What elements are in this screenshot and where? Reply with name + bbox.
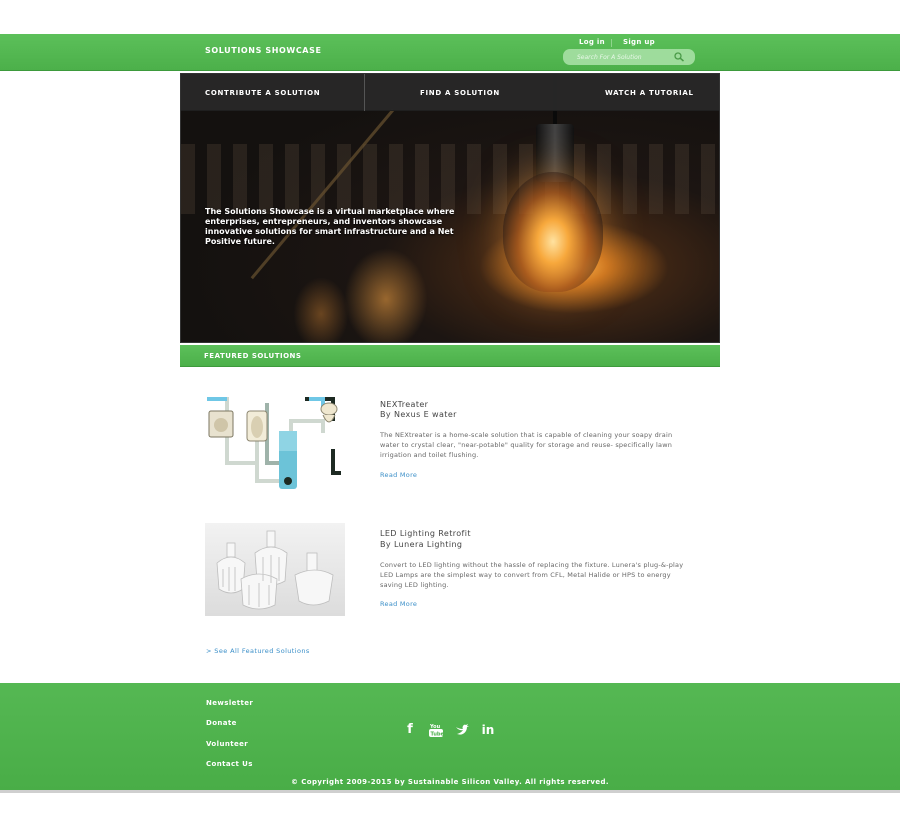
nav-divider xyxy=(364,74,365,111)
nextreater-diagram-image[interactable] xyxy=(205,393,345,491)
footer-link-volunteer[interactable]: Volunteer xyxy=(206,740,248,748)
search-icon[interactable] xyxy=(673,52,685,62)
auth-divider xyxy=(611,39,612,47)
read-more-link[interactable]: Read More xyxy=(380,471,417,479)
hero-bulb-glow xyxy=(341,244,431,342)
search-input[interactable] xyxy=(577,51,673,63)
led-lamps-image[interactable] xyxy=(205,523,345,616)
solution-author: By Lunera Lighting xyxy=(380,540,463,549)
svg-text:Tube: Tube xyxy=(431,732,445,738)
see-all-featured-link[interactable]: > See All Featured Solutions xyxy=(206,647,310,655)
footer-link-donate[interactable]: Donate xyxy=(206,719,237,727)
facebook-icon[interactable]: f xyxy=(402,722,418,738)
solution-description: Convert to LED lighting without the hass… xyxy=(380,561,684,589)
featured-solutions-heading: FEATURED SOLUTIONS xyxy=(204,352,302,360)
login-link[interactable]: Log in xyxy=(579,38,605,46)
hero-background-shelves xyxy=(181,144,719,214)
site-title[interactable]: SOLUTIONS SHOWCASE xyxy=(205,46,322,55)
header-bar xyxy=(0,34,900,71)
solution-description: The NEXtreater is a home-scale solution … xyxy=(380,431,673,459)
signup-link[interactable]: Sign up xyxy=(623,38,655,46)
footer-link-contact[interactable]: Contact Us xyxy=(206,760,253,768)
nav-find-solution[interactable]: FIND A SOLUTION xyxy=(420,89,500,97)
twitter-icon[interactable] xyxy=(454,722,470,738)
nav-contribute-solution[interactable]: CONTRIBUTE A SOLUTION xyxy=(205,89,320,97)
footer-link-newsletter[interactable]: Newsletter xyxy=(206,699,253,707)
search-box xyxy=(563,49,695,65)
light-bulb-image xyxy=(503,172,603,292)
solution-author: By Nexus E water xyxy=(380,410,457,419)
linkedin-icon[interactable]: in xyxy=(480,722,496,738)
hero-nav: CONTRIBUTE A SOLUTION FIND A SOLUTION WA… xyxy=(181,74,719,111)
solution-title[interactable]: LED Lighting Retrofit xyxy=(380,528,471,539)
hero-banner: CONTRIBUTE A SOLUTION FIND A SOLUTION WA… xyxy=(180,73,720,343)
featured-solutions-bar: FEATURED SOLUTIONS xyxy=(180,345,720,367)
nav-watch-tutorial[interactable]: WATCH A TUTORIAL xyxy=(605,89,694,97)
copyright-text: © Copyright 2009-2015 by Sustainable Sil… xyxy=(290,778,609,786)
youtube-icon[interactable]: You Tube xyxy=(428,722,445,738)
read-more-link[interactable]: Read More xyxy=(380,600,417,608)
hero-tagline: The Solutions Showcase is a virtual mark… xyxy=(205,207,455,246)
footer xyxy=(0,683,900,793)
